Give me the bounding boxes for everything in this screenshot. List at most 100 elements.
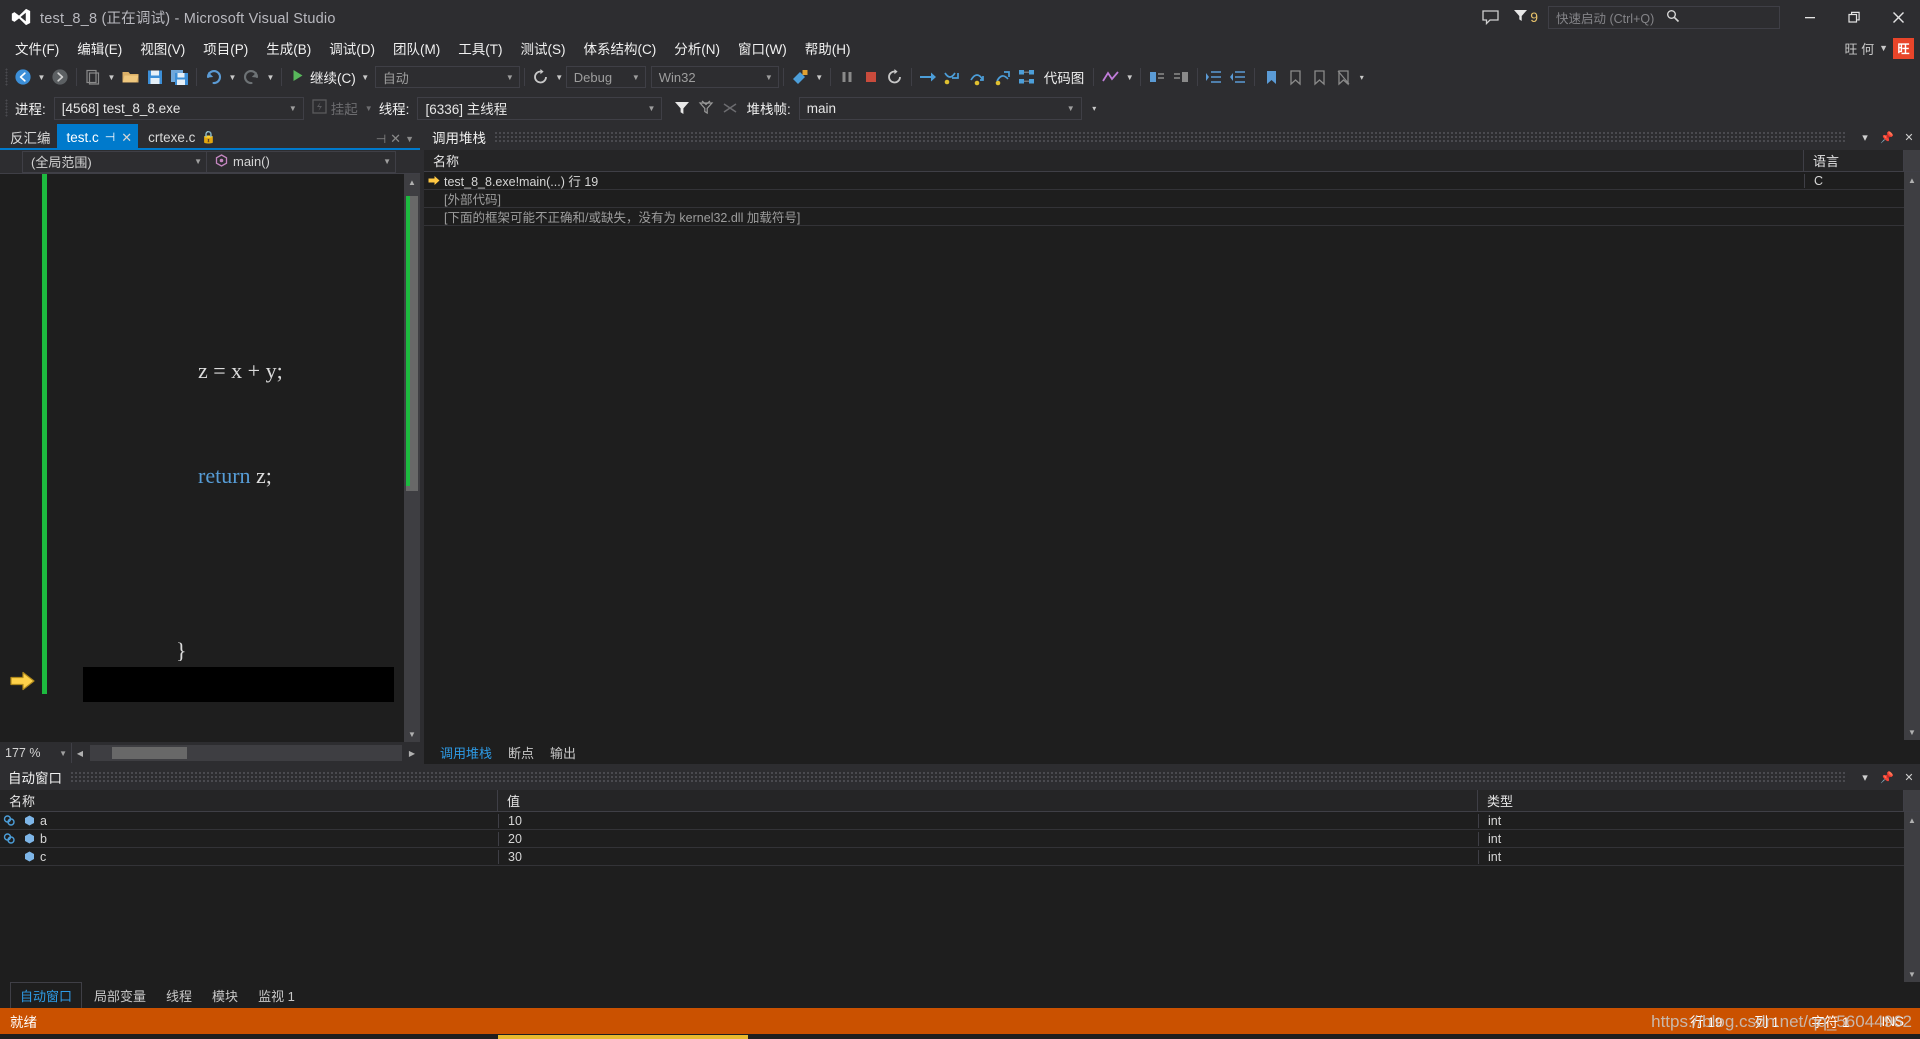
code-line[interactable]: return z;	[47, 423, 404, 488]
flag-threads-icon[interactable]	[694, 96, 718, 120]
variable-value[interactable]: 10	[498, 813, 1478, 828]
autos-vertical-scrollbar[interactable]: ▲ ▼	[1904, 812, 1920, 982]
table-row[interactable]: [下面的框架可能不正确和/或缺失，没有为 kernel32.dll 加载符号]	[424, 208, 1904, 226]
menu-test[interactable]: 测试(S)	[512, 34, 575, 62]
menu-debug[interactable]: 调试(D)	[320, 34, 384, 62]
uncomment-selection-icon[interactable]	[1169, 65, 1193, 89]
tab-breakpoints[interactable]: 断点	[500, 741, 542, 764]
save-all-icon[interactable]	[167, 65, 192, 89]
scope-combo[interactable]: (全局范围) ▼	[22, 150, 207, 173]
code-line[interactable]: z = x + y;	[47, 318, 404, 383]
close-button[interactable]	[1876, 0, 1920, 34]
redo-dropdown[interactable]: ▼	[264, 65, 277, 89]
menu-window[interactable]: 窗口(W)	[729, 34, 796, 62]
close-icon[interactable]: ✕	[1898, 764, 1920, 790]
menu-analyze[interactable]: 分析(N)	[665, 34, 729, 62]
debugbar-grip[interactable]	[2, 97, 11, 119]
notifications-flag[interactable]: 9	[1507, 8, 1544, 26]
navigate-backward-dropdown[interactable]: ▼	[35, 65, 48, 89]
table-row[interactable]: c 30 int	[0, 848, 1904, 866]
column-type[interactable]: 类型	[1478, 790, 1904, 811]
tab-disassembly[interactable]: 反汇编	[0, 124, 57, 150]
navigate-backward-button[interactable]	[11, 65, 35, 89]
quick-launch-box[interactable]: 快速启动 (Ctrl+Q)	[1548, 5, 1780, 29]
previous-bookmark-icon[interactable]	[1307, 65, 1331, 89]
restore-button[interactable]	[1832, 0, 1876, 34]
navigate-forward-button[interactable]	[48, 65, 72, 89]
scroll-thumb[interactable]	[112, 747, 187, 759]
break-all-icon[interactable]	[835, 65, 859, 89]
table-row[interactable]: b 20 int	[0, 830, 1904, 848]
new-project-dropdown[interactable]: ▼	[105, 65, 118, 89]
tab-modules[interactable]: 模块	[204, 984, 246, 1007]
scroll-up-icon[interactable]: ▲	[404, 174, 420, 190]
scroll-left-icon[interactable]: ◀	[72, 745, 88, 761]
pin-icon[interactable]: ⊣	[105, 130, 115, 144]
editor-vertical-scrollbar[interactable]: ▲ ▼	[404, 174, 420, 742]
scroll-up-icon[interactable]: ▲	[1904, 812, 1920, 828]
menu-edit[interactable]: 编辑(E)	[68, 34, 131, 62]
show-next-statement-icon[interactable]	[916, 65, 940, 89]
solution-configuration-combo[interactable]: Debug ▼	[565, 66, 646, 88]
scroll-down-icon[interactable]: ▼	[1904, 724, 1920, 740]
pin-icon[interactable]: 📌	[1876, 764, 1898, 790]
code-editor-surface[interactable]: z = x + y; return z; } ▲ ▼	[0, 174, 420, 742]
restart-debugging-icon[interactable]	[883, 65, 907, 89]
unflag-threads-icon[interactable]	[718, 96, 742, 120]
tab-autos[interactable]: 自动窗口	[10, 981, 83, 1009]
close-icon[interactable]: ✕	[121, 131, 132, 144]
column-name[interactable]: 名称	[0, 790, 498, 811]
member-combo[interactable]: main() ▼	[206, 150, 396, 173]
step-out-icon[interactable]	[990, 65, 1015, 89]
menu-team[interactable]: 团队(M)	[384, 34, 449, 62]
redo-icon[interactable]	[239, 65, 264, 89]
tab-locals[interactable]: 局部变量	[86, 984, 154, 1007]
code-map-icon[interactable]	[1015, 65, 1039, 89]
call-stack-vertical-scrollbar[interactable]: ▲ ▼	[1904, 172, 1920, 740]
new-project-icon[interactable]	[81, 65, 105, 89]
attach-dropdown[interactable]: ▼	[813, 65, 826, 89]
thread-filter-icon[interactable]	[670, 96, 694, 120]
debug-target-combo[interactable]: 自动 ▼	[374, 66, 520, 88]
header-drag-dots[interactable]	[70, 770, 1846, 784]
menu-tools[interactable]: 工具(T)	[449, 34, 511, 62]
pin-icon[interactable]: 📌	[1876, 124, 1898, 150]
intellitrace-dropdown[interactable]: ▼	[1123, 65, 1136, 89]
clear-bookmarks-icon[interactable]	[1331, 65, 1355, 89]
header-drag-dots[interactable]	[494, 130, 1846, 144]
table-row[interactable]: a 10 int	[0, 812, 1904, 830]
open-file-icon[interactable]	[118, 65, 143, 89]
menu-project[interactable]: 项目(P)	[194, 34, 257, 62]
table-row[interactable]: [外部代码]	[424, 190, 1904, 208]
comment-selection-icon[interactable]	[1145, 65, 1169, 89]
scroll-down-icon[interactable]: ▼	[404, 726, 420, 742]
next-bookmark-icon[interactable]	[1283, 65, 1307, 89]
code-line[interactable]: }	[47, 528, 404, 663]
column-name[interactable]: 名称	[424, 150, 1804, 171]
restart-dropdown[interactable]: ▼	[553, 65, 566, 89]
minimize-button[interactable]	[1788, 0, 1832, 34]
restart-icon[interactable]	[529, 65, 553, 89]
tab-crtexe-c[interactable]: crtexe.c 🔒	[138, 124, 222, 150]
solution-platform-combo[interactable]: Win32 ▼	[650, 66, 779, 88]
menu-view[interactable]: 视图(V)	[131, 34, 194, 62]
suspend-button[interactable]: 挂起 ▼	[304, 98, 375, 118]
menu-file[interactable]: 文件(F)	[6, 34, 68, 62]
scroll-up-icon[interactable]: ▲	[1904, 172, 1920, 188]
pin-icon[interactable]: ⊣	[376, 132, 386, 146]
column-language[interactable]: 语言	[1804, 150, 1904, 171]
scroll-down-icon[interactable]: ▼	[1904, 966, 1920, 982]
tab-test-c[interactable]: test.c ⊣ ✕	[56, 124, 139, 150]
continue-button[interactable]: 继续(C)	[286, 65, 359, 89]
undo-icon[interactable]	[201, 65, 226, 89]
bookmark-icon[interactable]	[1259, 65, 1283, 89]
menu-build[interactable]: 生成(B)	[257, 34, 320, 62]
intellitrace-icon[interactable]	[1098, 65, 1123, 89]
step-over-icon[interactable]	[965, 65, 990, 89]
chevron-down-icon[interactable]: ▾	[1854, 764, 1876, 790]
stackframe-combo[interactable]: main ▼	[798, 96, 1082, 120]
glyph-margin[interactable]	[0, 174, 42, 742]
step-into-icon[interactable]	[940, 65, 965, 89]
chevron-down-icon[interactable]: ▾	[1854, 124, 1876, 150]
attach-to-process-icon[interactable]	[788, 65, 813, 89]
